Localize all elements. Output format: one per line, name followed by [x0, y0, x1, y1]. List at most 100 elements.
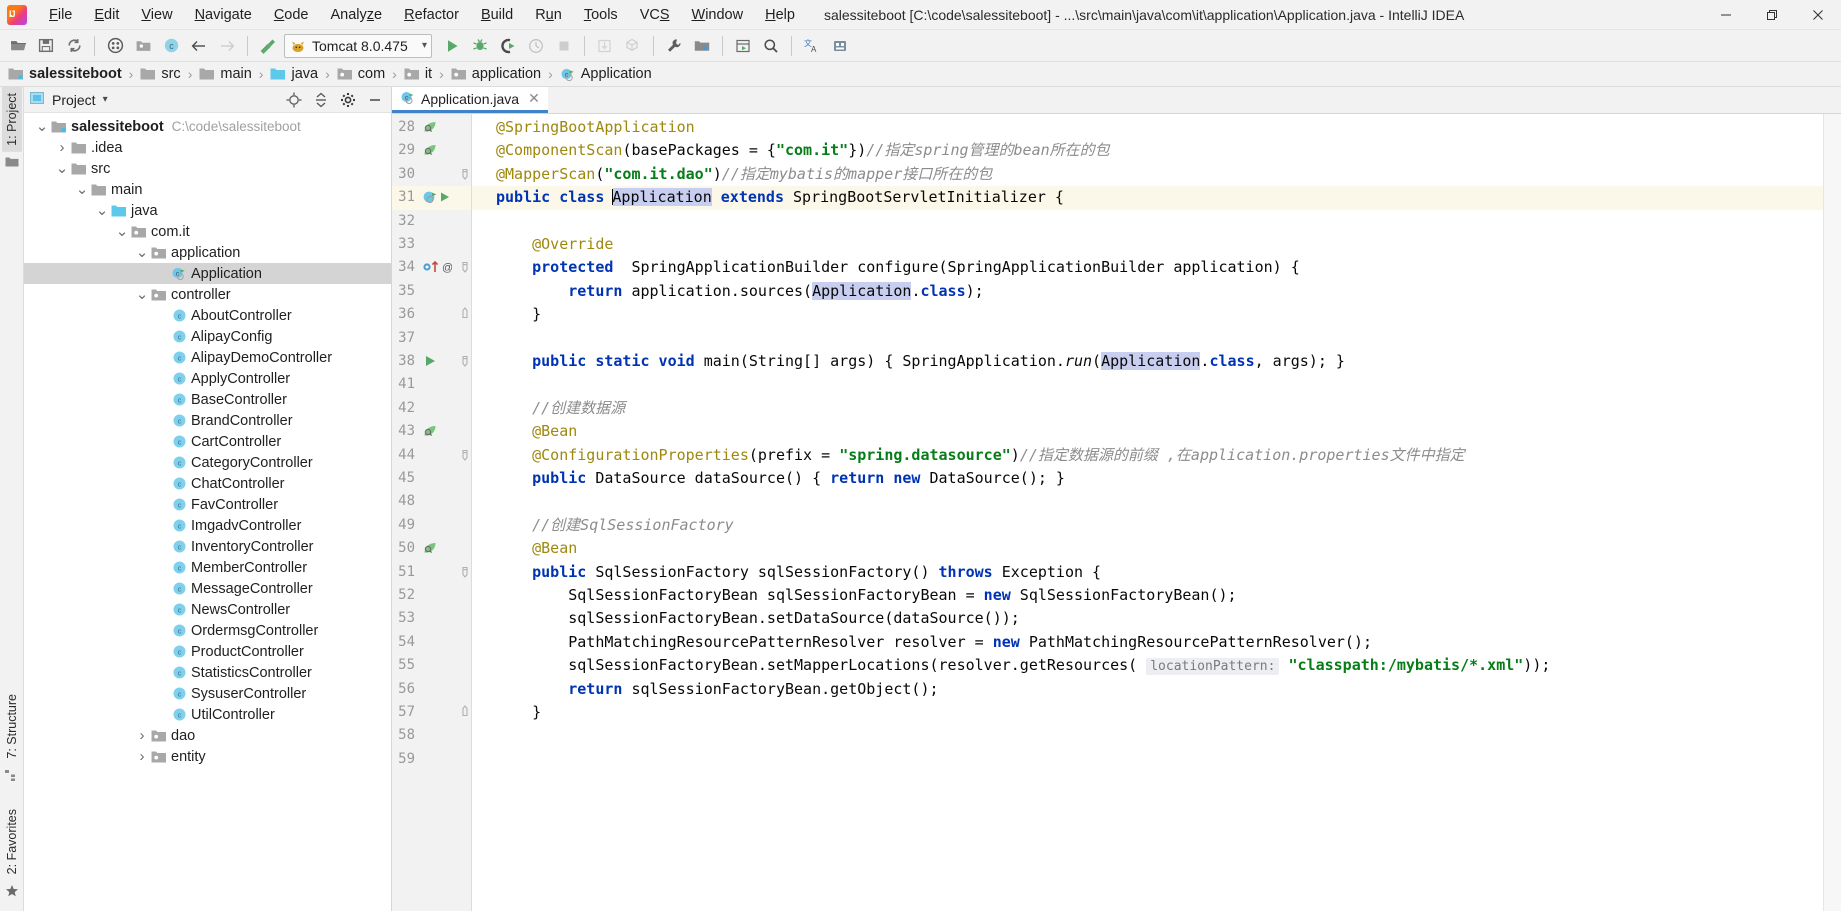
tree-item-membercontroller[interactable]: c MemberController: [24, 557, 391, 578]
code-line[interactable]: [472, 724, 1823, 747]
tool-window-project[interactable]: 1: Project: [1, 87, 22, 152]
tree-item-java[interactable]: ⌄ java: [24, 200, 391, 221]
code-line[interactable]: PathMatchingResourcePatternResolver reso…: [472, 631, 1823, 654]
chevron-down-icon[interactable]: ⌄: [134, 287, 150, 302]
spring-run-gutter-icon[interactable]: [422, 189, 452, 208]
spring-bean-gutter-icon[interactable]: [422, 423, 438, 442]
chevron-down-icon[interactable]: ⌄: [74, 182, 90, 197]
tree-item-brandcontroller[interactable]: c BrandController: [24, 410, 391, 431]
code-fold-start-icon[interactable]: [460, 166, 470, 185]
plugin-icon[interactable]: [827, 33, 853, 59]
code-line[interactable]: protected SpringApplicationBuilder confi…: [472, 256, 1823, 279]
tool-window-structure[interactable]: 7: Structure: [2, 688, 22, 765]
spring-bean-gutter-icon[interactable]: [422, 119, 438, 138]
tree-item-basecontroller[interactable]: c BaseController: [24, 389, 391, 410]
override-method-gutter-icon[interactable]: @: [422, 259, 453, 278]
code-line[interactable]: [472, 373, 1823, 396]
tree-item-salessiteboot[interactable]: ⌄ salessiteboot C:\code\salessiteboot: [24, 116, 391, 137]
code-line[interactable]: @ComponentScan(basePackages = {"com.it"}…: [472, 139, 1823, 162]
code-line[interactable]: }: [472, 303, 1823, 326]
chevron-down-icon[interactable]: ⌄: [34, 119, 50, 134]
tree-item-newscontroller[interactable]: c NewsController: [24, 599, 391, 620]
toggle-tool-window-icon[interactable]: [102, 33, 128, 59]
tree-item-categorycontroller[interactable]: c CategoryController: [24, 452, 391, 473]
code-line[interactable]: SqlSessionFactoryBean sqlSessionFactoryB…: [472, 584, 1823, 607]
tree-item-ordermsgcontroller[interactable]: c OrdermsgController: [24, 620, 391, 641]
project-tree[interactable]: ⌄ salessiteboot C:\code\salessiteboot › .ide…: [24, 113, 391, 911]
tree-item--idea[interactable]: › .idea: [24, 137, 391, 158]
tree-item-application[interactable]: c Application: [24, 263, 391, 284]
code-fold-start-icon[interactable]: [460, 447, 470, 466]
menu-build[interactable]: Build: [470, 2, 524, 28]
maximize-button[interactable]: [1749, 0, 1795, 30]
tree-item-src[interactable]: ⌄ src: [24, 158, 391, 179]
menu-analyze[interactable]: Analyze: [320, 2, 394, 28]
menu-vcs[interactable]: VCS: [629, 2, 681, 28]
chevron-right-icon[interactable]: ›: [54, 139, 70, 156]
chevron-down-icon[interactable]: ▾: [422, 40, 427, 51]
breadcrumb-item-java[interactable]: java: [268, 66, 320, 82]
menu-tools[interactable]: Tools: [573, 2, 629, 28]
menu-file[interactable]: File: [38, 2, 83, 28]
tree-item-alipaydemocontroller[interactable]: c AlipayDemoController: [24, 347, 391, 368]
code-area[interactable]: @SpringBootApplication @ComponentScan(bas…: [472, 114, 1823, 911]
tree-item-sysusercontroller[interactable]: c SysuserController: [24, 683, 391, 704]
code-line[interactable]: public SqlSessionFactory sqlSessionFacto…: [472, 561, 1823, 584]
breadcrumb-item-com[interactable]: com: [335, 66, 387, 82]
code-line[interactable]: @MapperScan("com.it.dao")//指定mybatis的map…: [472, 163, 1823, 186]
tree-item-messagecontroller[interactable]: c MessageController: [24, 578, 391, 599]
breadcrumb-item-src[interactable]: src: [138, 66, 182, 82]
code-line[interactable]: }: [472, 701, 1823, 724]
menu-navigate[interactable]: Navigate: [184, 2, 263, 28]
tree-item-controller[interactable]: ⌄ controller: [24, 284, 391, 305]
tree-item-main[interactable]: ⌄ main: [24, 179, 391, 200]
spring-bean-gutter-icon[interactable]: [422, 142, 438, 161]
code-fold-start-icon[interactable]: [460, 353, 470, 372]
tree-item-chatcontroller[interactable]: c ChatController: [24, 473, 391, 494]
debug-icon[interactable]: [467, 33, 493, 59]
run-configuration-selector[interactable]: Tomcat 8.0.475 ▾: [284, 33, 432, 58]
code-line[interactable]: [472, 327, 1823, 350]
tree-item-favcontroller[interactable]: c FavController: [24, 494, 391, 515]
tree-item-inventorycontroller[interactable]: c InventoryController: [24, 536, 391, 557]
tree-item-utilcontroller[interactable]: c UtilController: [24, 704, 391, 725]
code-line[interactable]: @Bean: [472, 420, 1823, 443]
chevron-down-icon[interactable]: ⌄: [134, 245, 150, 260]
tree-item-productcontroller[interactable]: c ProductController: [24, 641, 391, 662]
breadcrumb-item-salessiteboot[interactable]: salessiteboot: [6, 66, 124, 82]
project-structure-icon[interactable]: [689, 33, 715, 59]
chevron-right-icon[interactable]: ›: [134, 748, 150, 765]
menu-window[interactable]: Window: [681, 2, 755, 28]
close-icon[interactable]: ✕: [528, 90, 540, 107]
editor-tab-application-java[interactable]: c Application.java ✕: [392, 87, 548, 113]
breadcrumb-item-main[interactable]: main: [197, 66, 253, 82]
code-fold-start-icon[interactable]: [460, 564, 470, 583]
code-line[interactable]: @Bean: [472, 537, 1823, 560]
chevron-right-icon[interactable]: ›: [134, 727, 150, 744]
breadcrumb-item-it[interactable]: it: [402, 66, 434, 82]
collapse-all-icon[interactable]: [311, 90, 331, 110]
tree-item-imgadvcontroller[interactable]: c ImgadvController: [24, 515, 391, 536]
code-line[interactable]: public DataSource dataSource() { return …: [472, 467, 1823, 490]
chevron-down-icon[interactable]: ▾: [103, 94, 108, 105]
run-icon[interactable]: [439, 33, 465, 59]
menu-refactor[interactable]: Refactor: [393, 2, 470, 28]
tree-item-com-it[interactable]: ⌄ com.it: [24, 221, 391, 242]
code-line[interactable]: //创建SqlSessionFactory: [472, 514, 1823, 537]
tool-window-favorites[interactable]: 2: Favorites: [2, 803, 22, 880]
settings-wrench-icon[interactable]: [661, 33, 687, 59]
menu-code[interactable]: Code: [263, 2, 320, 28]
scroll-from-source-icon[interactable]: [284, 90, 304, 110]
code-fold-start-icon[interactable]: [460, 259, 470, 278]
spring-bean-gutter-icon[interactable]: [422, 540, 438, 559]
tree-item-entity[interactable]: › entity: [24, 746, 391, 767]
code-line[interactable]: [472, 490, 1823, 513]
code-line[interactable]: public class Application extends SpringB…: [472, 186, 1823, 209]
code-line[interactable]: sqlSessionFactoryBean.setMapperLocations…: [472, 654, 1823, 677]
breadcrumb-item-application[interactable]: c Application: [558, 66, 654, 82]
run-main-gutter-icon[interactable]: [422, 353, 438, 372]
close-button[interactable]: [1795, 0, 1841, 30]
chevron-down-icon[interactable]: ⌄: [94, 203, 110, 218]
code-line[interactable]: return sqlSessionFactoryBean.getObject()…: [472, 678, 1823, 701]
sdk-manager-icon[interactable]: [730, 33, 756, 59]
